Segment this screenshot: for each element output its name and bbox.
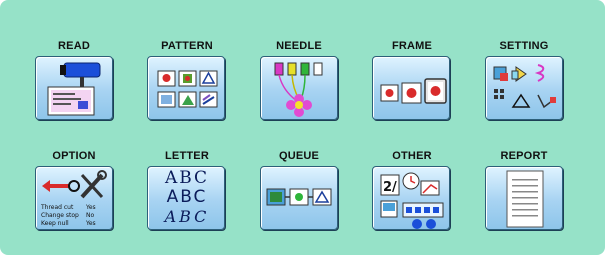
thread-cut-text: Thread cut — [40, 204, 74, 211]
report-document-icon — [506, 170, 544, 228]
option-button[interactable]: Thread cut Yes Change stop No Keep null … — [35, 166, 113, 230]
read-label: READ — [58, 40, 90, 52]
queue-button[interactable] — [260, 166, 338, 230]
setting-button[interactable] — [485, 56, 563, 120]
other-label: OTHER — [392, 150, 432, 162]
pattern-icon — [157, 70, 218, 108]
letter-abc-line-2: ABC — [166, 187, 208, 207]
letter-label: LETTER — [165, 150, 209, 162]
letter-button[interactable]: ABC ABC ABC — [147, 166, 225, 230]
needle-icon — [274, 62, 323, 117]
other-button[interactable]: 2/ — [372, 166, 450, 230]
pattern-button[interactable] — [147, 56, 225, 120]
svg-text:2/: 2/ — [383, 180, 397, 195]
pattern-label: PATTERN — [161, 40, 213, 52]
queue-label: QUEUE — [278, 150, 320, 162]
thread-cut-value: Yes — [85, 204, 96, 211]
frame-label: FRAME — [391, 40, 433, 52]
keep-null-value: Yes — [85, 220, 96, 227]
read-icon — [47, 62, 101, 116]
main-menu-panel: READ PATTERN NEEDLE FRAME SETTING OPTION… — [0, 0, 605, 255]
needle-button[interactable] — [260, 56, 338, 120]
report-label: REPORT — [500, 150, 548, 162]
change-stop-text: Change stop — [41, 212, 79, 219]
report-button[interactable] — [485, 166, 563, 230]
other-icon: 2/ — [380, 172, 444, 229]
letter-abc-line-3: ABC — [164, 207, 210, 226]
option-tools-icon: Thread cut Yes Change stop No Keep null … — [40, 170, 107, 227]
needle-label: NEEDLE — [276, 40, 322, 52]
frame-icon — [380, 78, 447, 104]
letter-abc-line-1: ABC — [164, 168, 210, 188]
keep-null-text: Keep null — [41, 220, 69, 227]
option-label: OPTION — [52, 150, 96, 162]
read-button[interactable] — [35, 56, 113, 120]
change-stop-value: No — [86, 212, 94, 219]
frame-button[interactable] — [372, 56, 450, 120]
setting-icon — [493, 64, 556, 109]
setting-label: SETTING — [499, 40, 549, 52]
queue-icon — [266, 188, 332, 206]
